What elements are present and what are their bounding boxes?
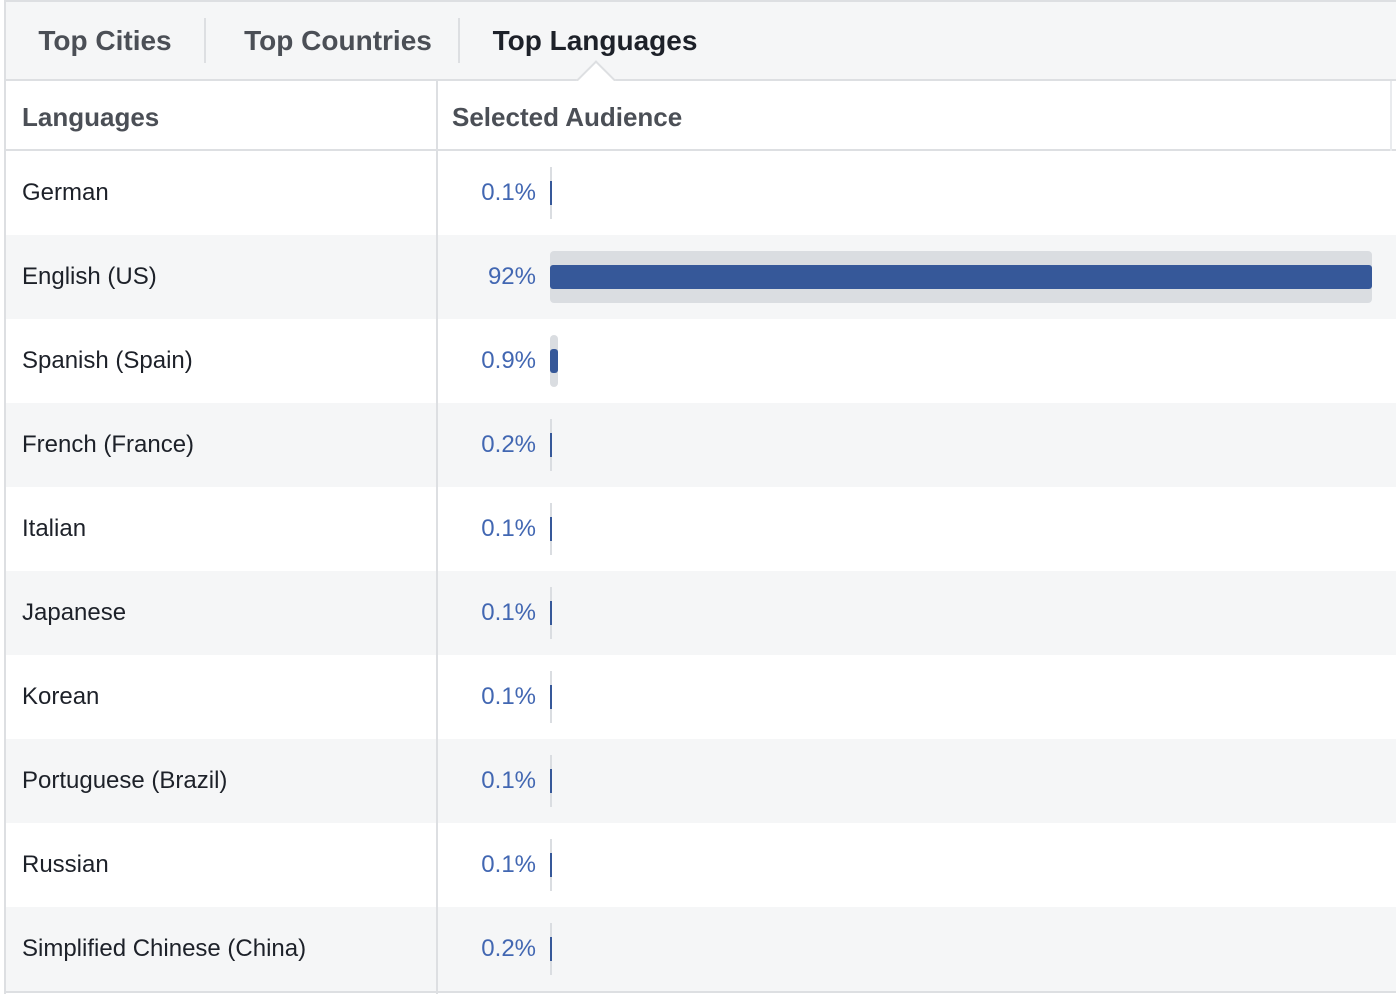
audience-bar: [550, 433, 552, 457]
language-name: Spanish (Spain): [22, 347, 193, 374]
audience-percent: 0.1%: [481, 767, 536, 794]
language-name: Italian: [22, 515, 87, 542]
tab-top-cities[interactable]: Top Cities: [20, 2, 190, 79]
audience-bar: [550, 265, 1372, 289]
audience-bar: [550, 601, 552, 625]
table-row[interactable]: French (France) 0.2%: [6, 403, 1396, 487]
tab-divider: [458, 18, 460, 63]
languages-table: Languages Selected Audience German 0.1% En…: [6, 81, 1396, 994]
table-row[interactable]: Italian 0.1%: [6, 487, 1396, 571]
audience-percent: 0.1%: [481, 851, 536, 878]
language-name: French (France): [22, 431, 195, 458]
table-row[interactable]: Portuguese (Brazil) 0.1%: [6, 739, 1396, 823]
language-name: Korean: [22, 683, 100, 710]
tab-bar: Top Cities Top Countries Top Languages: [6, 2, 1396, 81]
language-name: Russian: [22, 851, 109, 878]
audience-bar: [550, 769, 552, 793]
table-row[interactable]: Spanish (Spain) 0.9%: [6, 319, 1396, 403]
table-row[interactable]: Russian 0.1%: [6, 823, 1396, 907]
audience-bar: [550, 937, 552, 961]
language-name: German: [22, 179, 109, 206]
audience-percent: 0.1%: [481, 683, 536, 710]
audience-bar: [550, 517, 552, 541]
language-name: Portuguese (Brazil): [22, 767, 228, 794]
table-row[interactable]: German 0.1%: [6, 151, 1396, 235]
audience-percent: 0.1%: [481, 179, 536, 206]
audience-bar: [550, 349, 558, 373]
audience-percent: 0.1%: [481, 599, 536, 626]
table-bottom-border: [6, 991, 1396, 993]
audience-percent: 0.2%: [481, 431, 536, 458]
tab-divider: [204, 18, 206, 63]
audience-percent: 0.9%: [481, 347, 536, 374]
audience-bar: [550, 853, 552, 877]
language-name: English (US): [22, 263, 157, 290]
audience-percent: 92%: [487, 263, 536, 290]
tab-top-countries[interactable]: Top Countries: [220, 2, 456, 79]
audience-percent: 0.1%: [481, 515, 536, 542]
header-selected-audience[interactable]: Selected Audience: [452, 81, 682, 149]
column-divider: [436, 81, 438, 994]
table-row[interactable]: Japanese 0.1%: [6, 571, 1396, 655]
table-row[interactable]: Simplified Chinese (China) 0.2%: [6, 907, 1396, 991]
header-right-edge: [1390, 81, 1392, 151]
language-name: Japanese: [22, 599, 127, 626]
audience-insights-panel: Top Cities Top Countries Top Languages L…: [4, 0, 1396, 994]
audience-bar: [550, 181, 552, 205]
language-name: Simplified Chinese (China): [22, 935, 307, 962]
audience-percent: 0.2%: [481, 935, 536, 962]
table-header: Languages Selected Audience: [6, 81, 1396, 151]
table-row[interactable]: Korean 0.1%: [6, 655, 1396, 739]
header-languages[interactable]: Languages: [22, 81, 159, 149]
table-row[interactable]: English (US) 92%: [6, 235, 1396, 319]
audience-bar: [550, 685, 552, 709]
